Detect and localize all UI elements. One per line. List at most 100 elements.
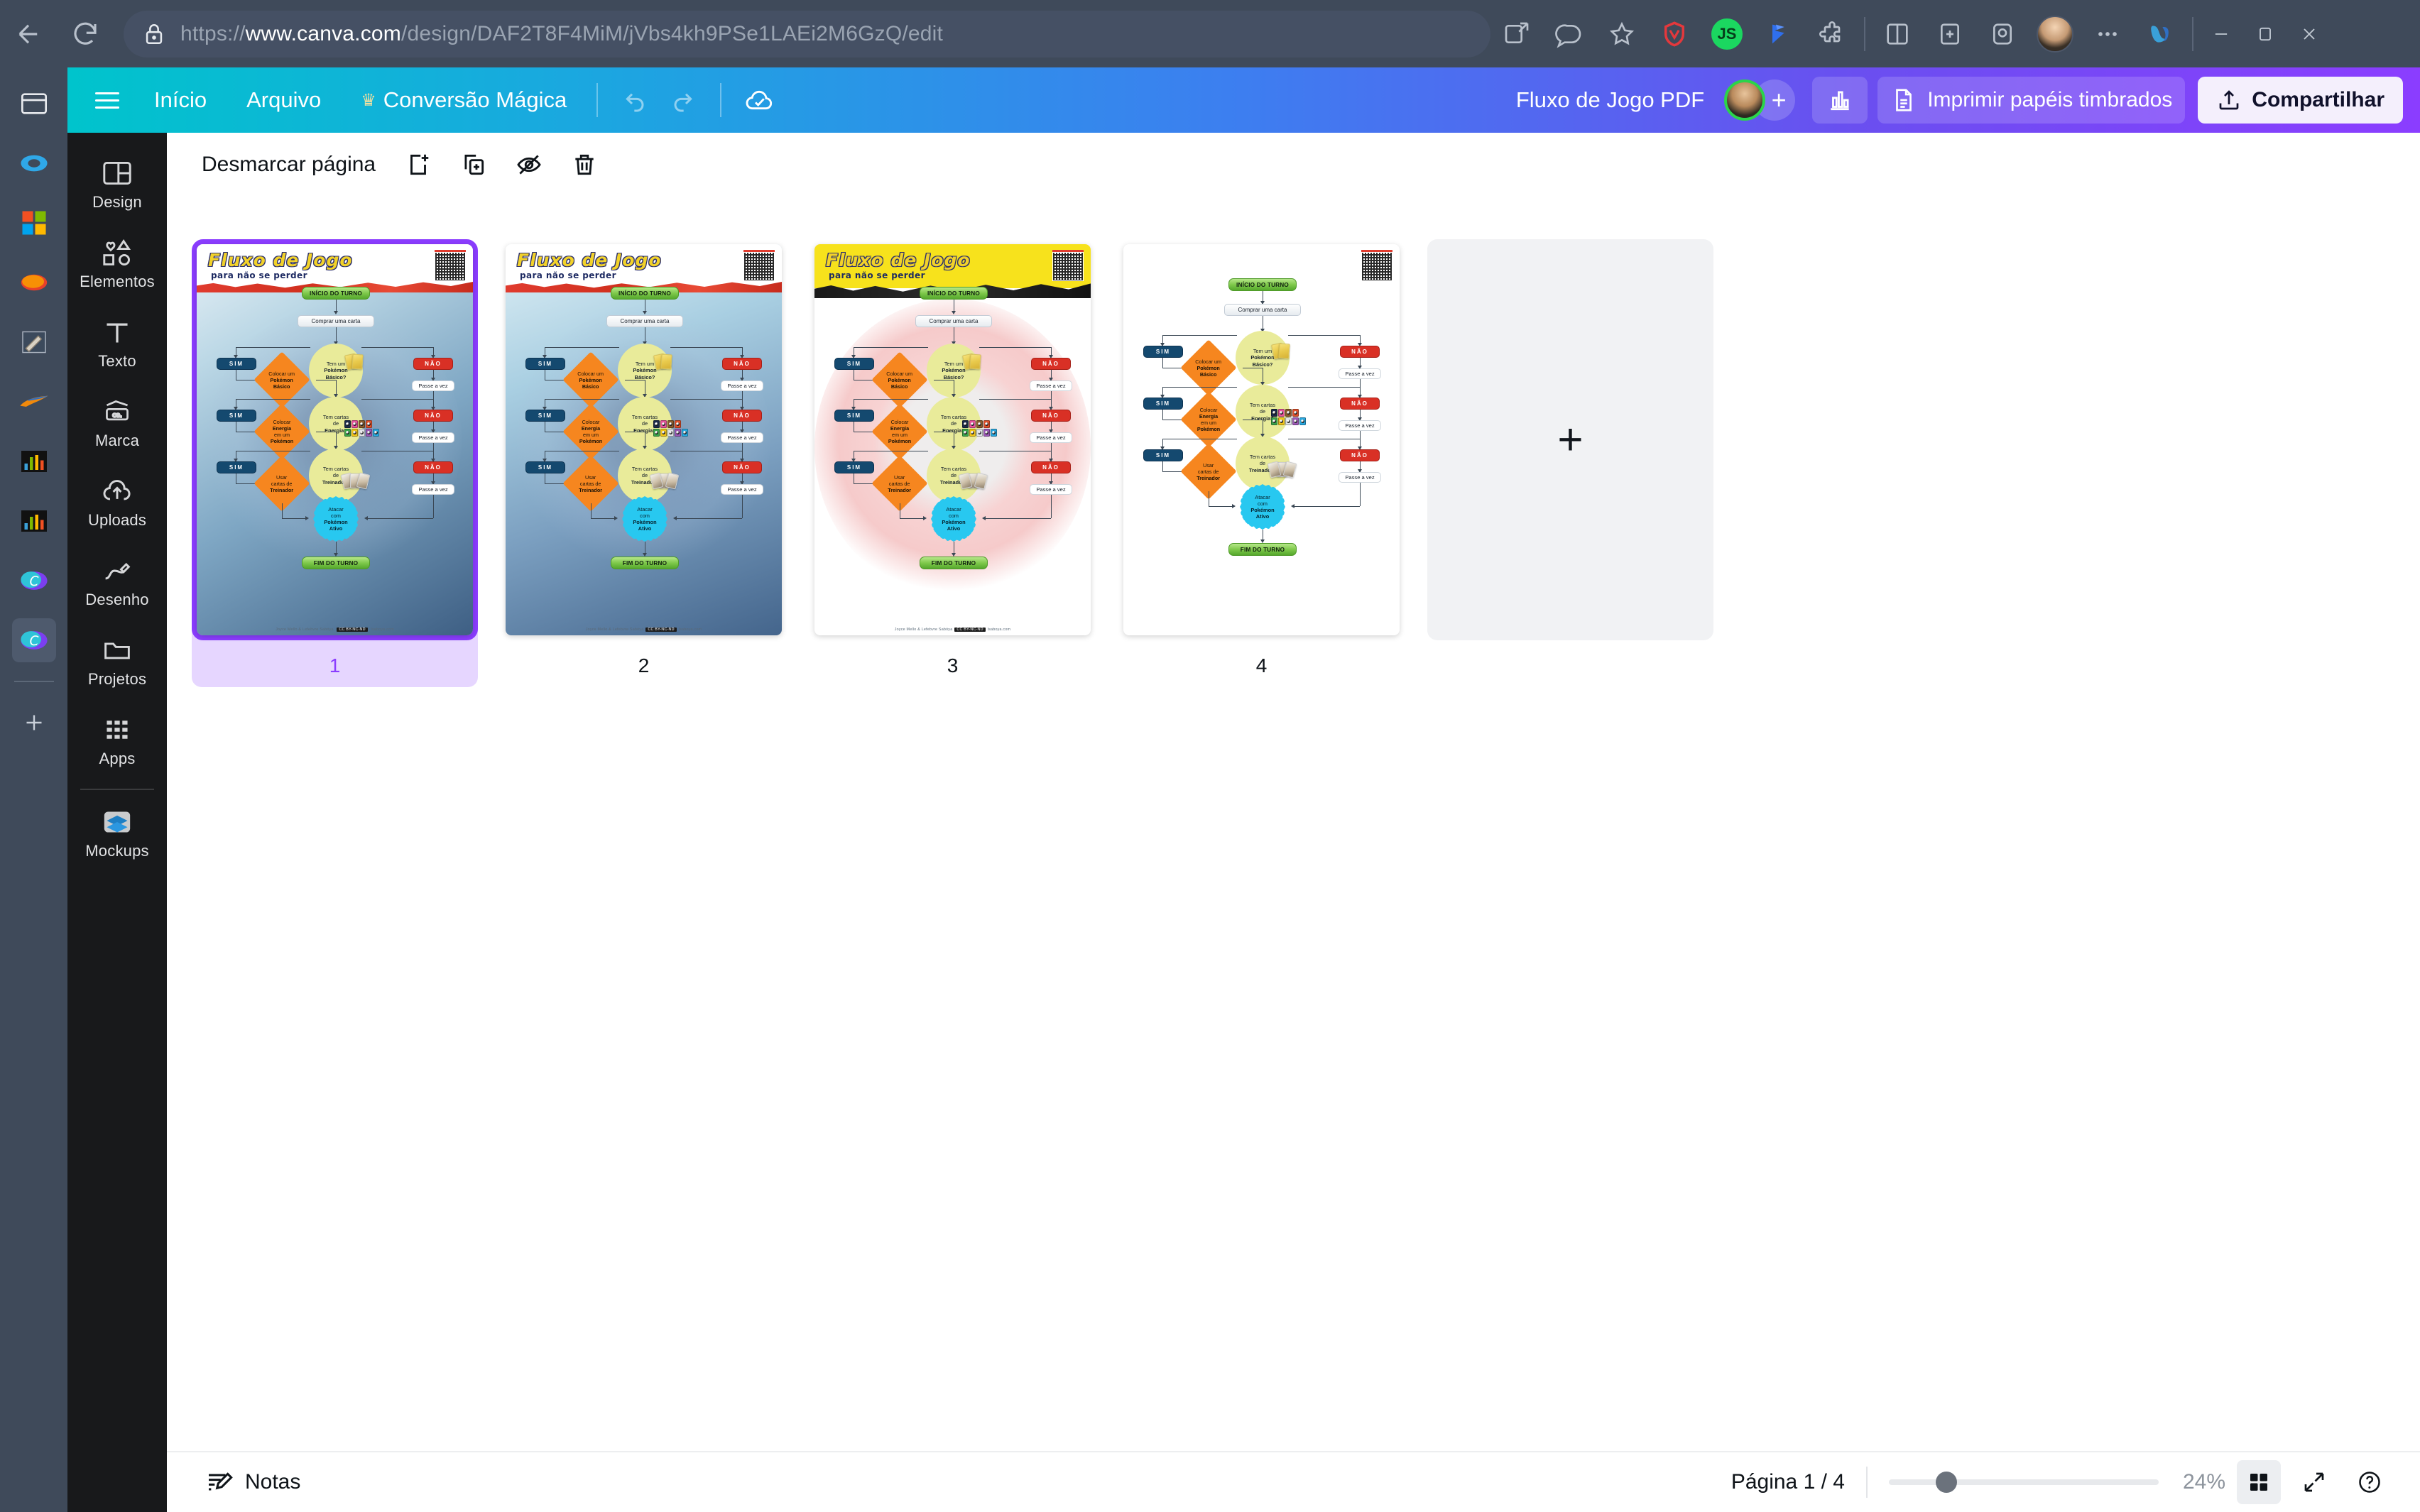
- page-thumbnail-4[interactable]: INÍCIO DO TURNO Comprar uma carta Tem um…: [1123, 244, 1400, 635]
- swoosh-tab-icon[interactable]: [12, 380, 56, 424]
- vivaldi-shield-icon[interactable]: [1648, 8, 1701, 60]
- sidebar-item-elementos[interactable]: Elementos: [70, 225, 164, 305]
- page4-node-nao-3: NÃO: [1340, 449, 1380, 461]
- hamburger-menu-icon[interactable]: [85, 77, 130, 123]
- help-question-icon[interactable]: [2348, 1460, 2392, 1504]
- sidebar-divider: [80, 789, 154, 790]
- zoom-slider-knob[interactable]: [1935, 1472, 1957, 1493]
- page3-node-pass-2: Passe a vez: [1030, 432, 1072, 443]
- delete-page-icon[interactable]: [562, 142, 607, 187]
- bookmark-star-icon[interactable]: [1596, 8, 1648, 60]
- page3-energy-cards: [962, 420, 997, 437]
- page-cell-3[interactable]: Fluxo de Jogo para não se perder INÍCIO …: [810, 239, 1096, 687]
- page-thumbnail-1[interactable]: Fluxo de Jogo para não se perder INÍCIO …: [197, 244, 473, 635]
- page-frame-3[interactable]: Fluxo de Jogo para não se perder INÍCIO …: [810, 239, 1096, 640]
- attack-line4: Ativo: [329, 525, 343, 532]
- page4-node-attack: Atacar com Pokémon Ativo: [1240, 484, 1285, 530]
- microsoft-copilot-icon[interactable]: [2134, 8, 2186, 60]
- chart-tab-icon-2[interactable]: [12, 499, 56, 543]
- dec3-line1: Tem cartas: [322, 466, 349, 473]
- page3-node-nao-3: NÃO: [1031, 461, 1071, 473]
- page-thumbnail-3[interactable]: Fluxo de Jogo para não se perder INÍCIO …: [814, 244, 1091, 635]
- add-page-placeholder[interactable]: +: [1427, 239, 1713, 640]
- puzzle-extensions-icon[interactable]: [1806, 8, 1858, 60]
- draw-pen-icon: [101, 557, 133, 585]
- page-cell-2[interactable]: Fluxo de Jogo para não se perder INÍCIO …: [501, 239, 787, 687]
- share-button[interactable]: Compartilhar: [2198, 77, 2403, 124]
- page4-node-sim-2: SIM: [1143, 398, 1183, 410]
- reload-icon[interactable]: [57, 6, 114, 62]
- sidebar-item-uploads[interactable]: Uploads: [70, 464, 164, 543]
- vivaldi-tab-icon[interactable]: [12, 141, 56, 185]
- page-thumbnail-2[interactable]: Fluxo de Jogo para não se perder INÍCIO …: [506, 244, 782, 635]
- share-page-icon[interactable]: [1490, 8, 1543, 60]
- avatar[interactable]: [1724, 80, 1766, 121]
- menu-magic-label: Conversão Mágica: [383, 87, 567, 112]
- javascript-toggle-icon[interactable]: JS: [1701, 8, 1753, 60]
- add-page-bookmark-icon[interactable]: [1924, 8, 1976, 60]
- document-title[interactable]: Fluxo de Jogo PDF: [1516, 87, 1704, 113]
- back-arrow-icon[interactable]: [0, 6, 57, 62]
- menu-magic-conversion[interactable]: ♛ Conversão Mágica: [345, 80, 582, 120]
- sidebar-item-mockups[interactable]: Mockups: [70, 794, 164, 874]
- notes-button[interactable]: Notas: [195, 1461, 310, 1503]
- sidebar-item-desenho[interactable]: Desenho: [70, 543, 164, 623]
- sidebar-item-projetos[interactable]: Projetos: [70, 623, 164, 702]
- new-tab-icon[interactable]: [12, 701, 56, 745]
- page2-node-nao-1: NÃO: [722, 358, 762, 370]
- duplicate-page-icon[interactable]: [451, 142, 496, 187]
- pocket-icon[interactable]: [1753, 8, 1806, 60]
- window-tab-icon[interactable]: [12, 82, 56, 126]
- page-cell-4[interactable]: INÍCIO DO TURNO Comprar uma carta Tem um…: [1118, 239, 1405, 687]
- page-frame-4[interactable]: INÍCIO DO TURNO Comprar uma carta Tem um…: [1118, 239, 1405, 640]
- page-frame-1[interactable]: Fluxo de Jogo para não se perder INÍCIO …: [192, 239, 478, 640]
- hide-page-icon[interactable]: [506, 142, 552, 187]
- page4-node-pass-1: Passe a vez: [1339, 368, 1381, 379]
- energy-row-2: [344, 429, 379, 437]
- menu-file[interactable]: Arquivo: [231, 80, 337, 120]
- act3-line1: Usar: [276, 473, 288, 481]
- redo-icon[interactable]: [659, 77, 706, 124]
- grid-view-icon[interactable]: [2237, 1460, 2281, 1504]
- page3-node-sim-3: SIM: [834, 461, 874, 473]
- menu-home[interactable]: Início: [138, 80, 222, 120]
- conn-a1-d2-down: [336, 380, 337, 395]
- chart-tab-icon-1[interactable]: [12, 439, 56, 483]
- sidebar-item-design[interactable]: Design: [70, 146, 164, 225]
- grid-view-main: Desmarcar página Fluxo de Jogo para não …: [167, 133, 2420, 1512]
- panel-split-icon[interactable]: [1871, 8, 1924, 60]
- maximize-window-icon[interactable]: [2243, 9, 2287, 59]
- unmark-page-button[interactable]: Desmarcar página: [192, 146, 386, 184]
- orange-ellipse-tab-icon[interactable]: [12, 261, 56, 305]
- node-draw-card: Comprar uma carta: [298, 315, 374, 327]
- page-frame-2[interactable]: Fluxo de Jogo para não se perder INÍCIO …: [501, 239, 787, 640]
- analytics-button[interactable]: [1812, 77, 1868, 124]
- canva-tab-icon-1[interactable]: C: [12, 559, 56, 603]
- tabstrip-divider: [13, 681, 54, 682]
- fullscreen-expand-icon[interactable]: [2292, 1460, 2336, 1504]
- print-letterhead-button[interactable]: Imprimir papéis timbrados: [1877, 77, 2186, 124]
- undo-icon[interactable]: [612, 77, 659, 124]
- sidebar-item-marca[interactable]: co. Marca: [70, 384, 164, 464]
- svg-text:C: C: [29, 634, 38, 649]
- close-window-icon[interactable]: [2287, 9, 2331, 59]
- sidebar-item-texto[interactable]: Texto: [70, 305, 164, 384]
- cloud-saved-icon[interactable]: [736, 77, 783, 124]
- sidebar-item-apps[interactable]: Apps: [70, 702, 164, 782]
- add-page-icon[interactable]: [396, 142, 441, 187]
- notepad-tab-icon[interactable]: [12, 320, 56, 364]
- chat-bubble-icon[interactable]: [1543, 8, 1596, 60]
- page3-node-nao-2: NÃO: [1031, 410, 1071, 422]
- zoom-slider[interactable]: [1888, 1472, 2159, 1493]
- canva-tab-icon-2[interactable]: C: [11, 618, 56, 662]
- page2-flow-subtitle: para não se perder: [520, 270, 616, 280]
- add-page-cell[interactable]: +: [1427, 239, 1713, 640]
- page-cell-1[interactable]: Fluxo de Jogo para não se perder INÍCIO …: [192, 239, 478, 687]
- more-options-icon[interactable]: [2081, 8, 2134, 60]
- act1-line2: Pokémon: [270, 376, 294, 383]
- microsoft-tab-icon[interactable]: [12, 201, 56, 245]
- minimize-window-icon[interactable]: [2199, 9, 2243, 59]
- profile-avatar[interactable]: [2029, 8, 2081, 60]
- address-bar[interactable]: https://www.canva.com/design/DAF2T8F4MiM…: [124, 10, 1490, 57]
- pocket-save-icon[interactable]: [1976, 8, 2029, 60]
